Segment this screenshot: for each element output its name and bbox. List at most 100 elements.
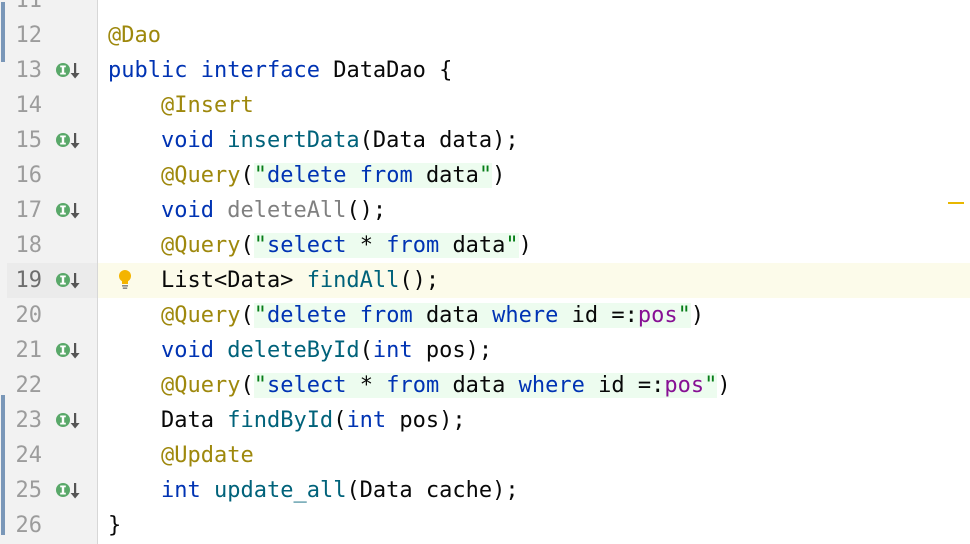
line-number: 12: [15, 23, 43, 48]
code-token: @Insert: [160, 93, 254, 118]
code-text[interactable]: int update_all(Data cache);: [108, 473, 519, 508]
code-line[interactable]: 13 public interface DataDao {: [0, 53, 970, 88]
code-line[interactable]: 14 @Insert: [0, 88, 970, 123]
code-token: ": [478, 163, 493, 188]
code-token: ": [253, 163, 267, 188]
line-number: 19: [15, 268, 43, 293]
line-number: 16: [15, 163, 43, 188]
line-number: 26: [15, 513, 43, 538]
code-token: from: [386, 233, 440, 258]
code-token: ": [253, 373, 267, 398]
code-text[interactable]: void deleteById(int pos);: [108, 333, 492, 368]
code-token: id: [571, 303, 599, 328]
code-token: where: [492, 303, 559, 328]
code-token: pos);: [386, 408, 466, 433]
code-token: where: [518, 373, 585, 398]
code-text[interactable]: @Insert: [108, 88, 254, 123]
code-token: =:: [611, 303, 638, 328]
code-line[interactable]: 24 @Update: [0, 438, 970, 473]
line-number: 24: [15, 443, 43, 468]
code-text[interactable]: @Query("select * from data"): [108, 228, 532, 263]
code-token: (: [240, 373, 254, 398]
code-token: ): [492, 163, 506, 188]
warning-stripe-marker[interactable]: [948, 202, 964, 204]
code-token: List<Data>: [108, 268, 307, 293]
code-text[interactable]: void insertData(Data data);: [108, 123, 519, 158]
code-token: select: [266, 373, 347, 398]
code-line[interactable]: 19 List<Data> findAll();: [0, 263, 970, 298]
code-token: [372, 373, 387, 398]
code-line[interactable]: 16 @Query("delete from data"): [0, 158, 970, 193]
code-line[interactable]: 18 @Query("select * from data"): [0, 228, 970, 263]
line-number: 11: [15, 0, 43, 13]
code-token: int: [372, 338, 413, 363]
code-line[interactable]: 11: [0, 0, 970, 18]
implemented-interface-method-icon[interactable]: [55, 271, 81, 291]
code-token: pos: [664, 373, 705, 398]
code-token: void: [160, 338, 214, 363]
line-number: 23: [15, 408, 43, 433]
code-text[interactable]: public interface DataDao {: [108, 53, 452, 88]
code-token: ": [253, 233, 267, 258]
code-token: [439, 373, 453, 398]
code-token: void: [160, 128, 214, 153]
line-number: 25: [15, 478, 43, 503]
code-text[interactable]: @Query("delete from data where id =:pos"…: [108, 298, 704, 333]
code-token: delete: [266, 303, 347, 328]
code-line[interactable]: 21 void deleteById(int pos);: [0, 333, 970, 368]
code-token: @Update: [160, 443, 254, 468]
code-token: data: [425, 303, 479, 328]
code-token: public: [108, 58, 188, 83]
code-token: [478, 303, 493, 328]
code-token: ": [704, 373, 718, 398]
code-line[interactable]: 26}: [0, 508, 970, 543]
code-token: [439, 233, 453, 258]
implemented-interface-method-icon[interactable]: [55, 341, 81, 361]
code-text[interactable]: @Query("select * from data where id =:po…: [108, 368, 731, 403]
code-token: ();: [399, 268, 440, 293]
code-text[interactable]: void deleteAll();: [108, 193, 386, 228]
code-text[interactable]: @Update: [108, 438, 254, 473]
code-text[interactable]: @Query("delete from data"): [108, 158, 505, 193]
line-number: 13: [15, 58, 43, 83]
code-line[interactable]: 15 void insertData(Data data);: [0, 123, 970, 158]
code-token: *: [359, 233, 373, 258]
implemented-interface-method-icon[interactable]: [55, 411, 81, 431]
implemented-interface-method-icon[interactable]: [55, 201, 81, 221]
code-token: [346, 233, 360, 258]
implemented-interface-method-icon[interactable]: [55, 61, 81, 81]
code-token: @Query: [160, 373, 241, 398]
code-token: [558, 303, 572, 328]
code-line[interactable]: 12 @Dao: [0, 18, 970, 53]
code-text[interactable]: Data findById(int pos);: [108, 403, 466, 438]
code-token: [412, 303, 426, 328]
code-text[interactable]: }: [108, 508, 121, 543]
code-token: pos: [637, 303, 678, 328]
code-text[interactable]: List<Data> findAll();: [108, 263, 439, 298]
code-line[interactable]: 23 Data findById(int pos);: [0, 403, 970, 438]
code-line[interactable]: 22 @Query("select * from data where id =…: [0, 368, 970, 403]
code-token: int: [160, 478, 201, 503]
line-number: 15: [15, 128, 43, 153]
code-token: @Query: [160, 163, 241, 188]
code-token: from: [386, 373, 440, 398]
implemented-interface-method-icon[interactable]: [55, 481, 81, 501]
code-token: ): [717, 373, 731, 398]
code-token: [346, 373, 360, 398]
implemented-interface-method-icon[interactable]: [55, 131, 81, 151]
code-token: (: [333, 408, 347, 433]
code-token: [346, 163, 360, 188]
code-line[interactable]: 25 int update_all(Data cache);: [0, 473, 970, 508]
code-line[interactable]: 17 void deleteAll();: [0, 193, 970, 228]
code-line[interactable]: 20 @Query("delete from data where id =:p…: [0, 298, 970, 333]
code-text[interactable]: @Dao: [108, 18, 161, 53]
